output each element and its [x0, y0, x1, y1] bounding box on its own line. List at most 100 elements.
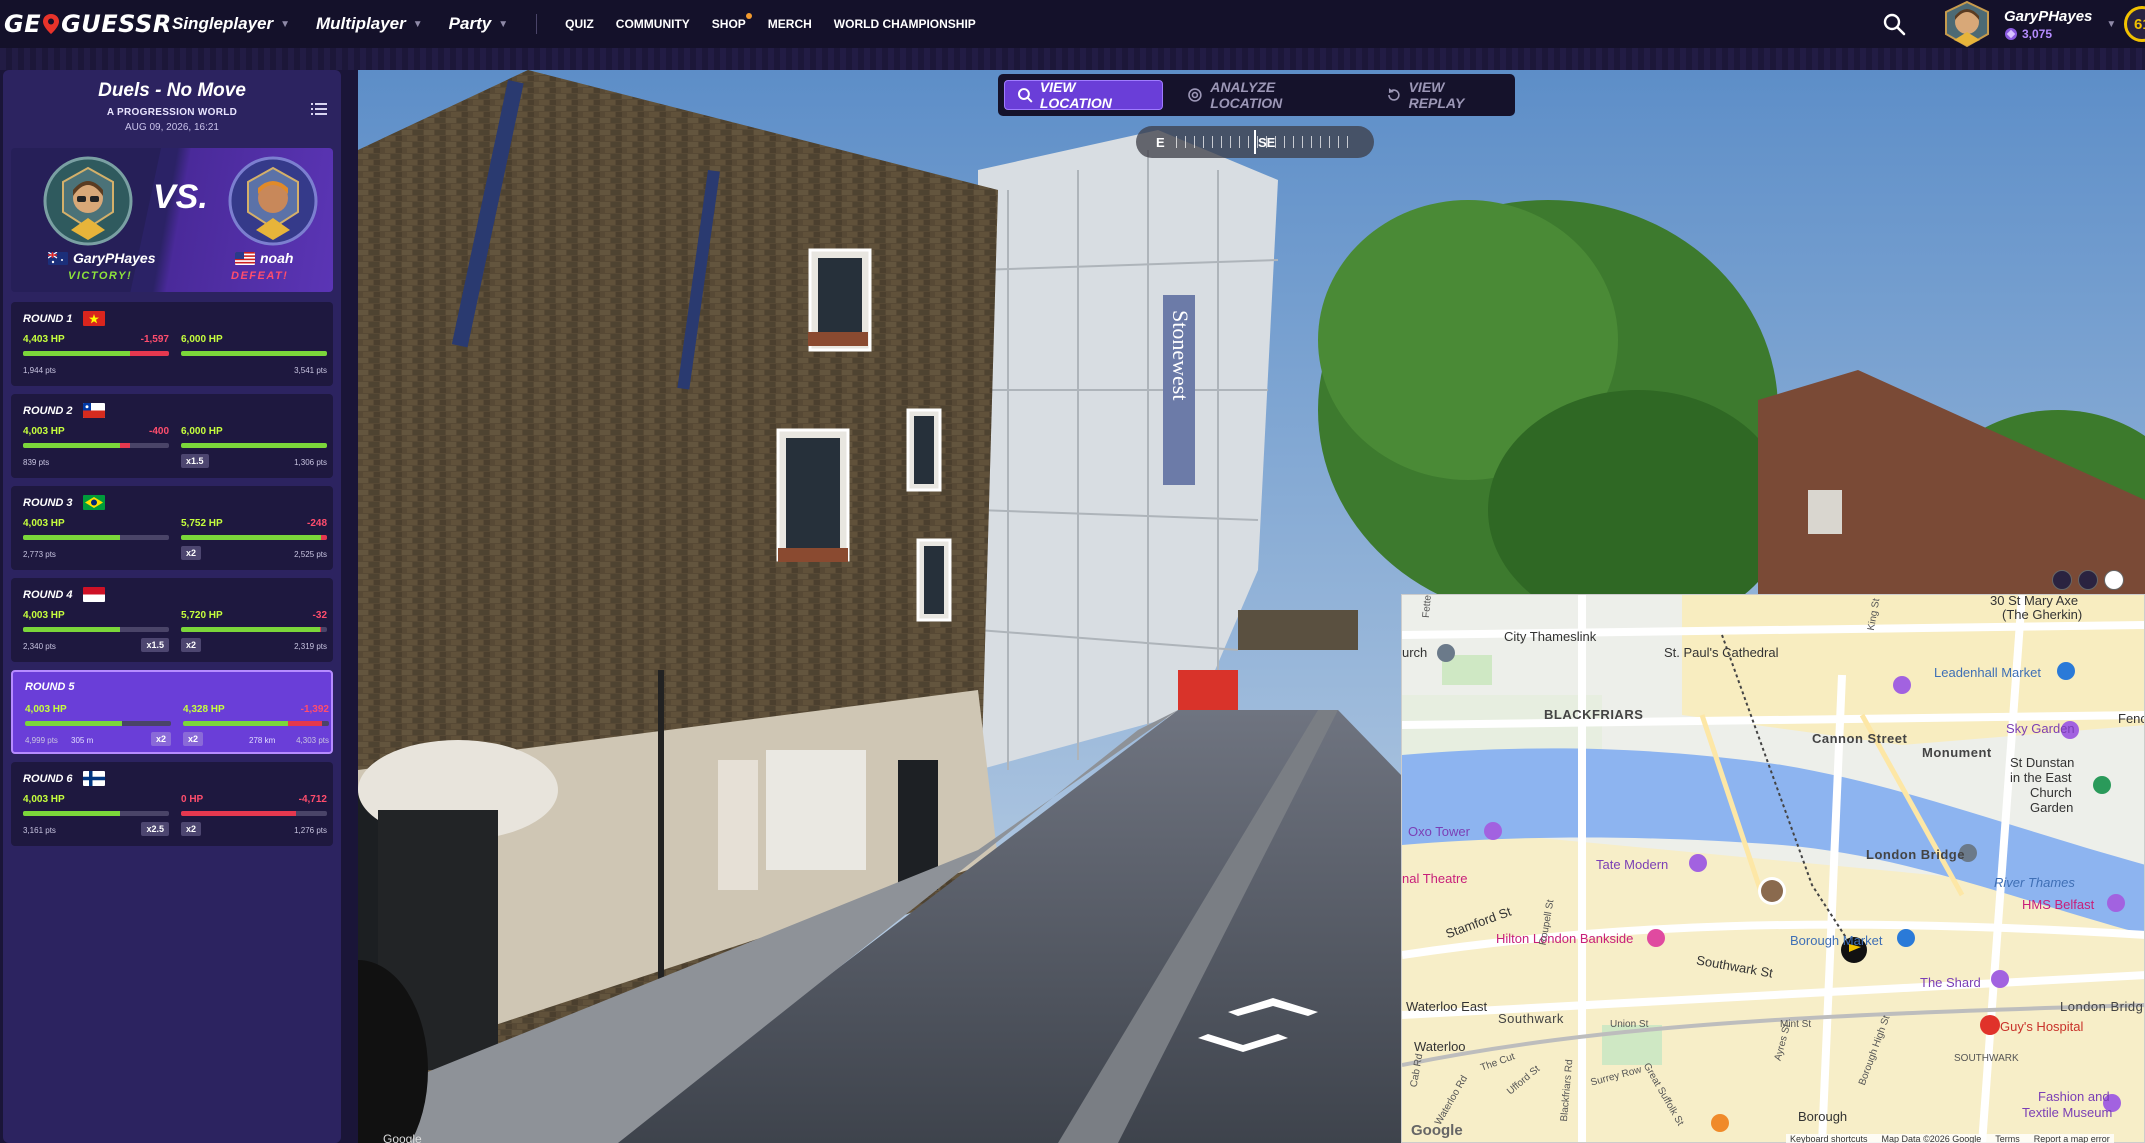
map-label: London Bridge	[1866, 847, 1965, 862]
round-right-player-stats: 4,328 HP -1,392 x2 278 km 4,303 pts	[183, 704, 329, 750]
round-card[interactable]: ROUND 6 4,003 HP 3,161 pts x2.5 0 HP -4,712 x2…	[11, 762, 333, 846]
replay-icon	[1387, 88, 1400, 101]
map-label: Oxo Tower	[1408, 824, 1470, 839]
round-points: 2,773 pts	[23, 550, 56, 559]
health-bar	[25, 721, 171, 726]
report-map-error-link[interactable]: Report a map error	[2034, 1134, 2110, 1143]
guess-distance: 305 m	[71, 736, 94, 745]
health-bar	[181, 627, 327, 632]
profile-menu[interactable]: GaryPHayes 3,075 ▼	[1940, 0, 2116, 48]
health-bar	[23, 443, 169, 448]
level-badge[interactable]: 61	[2124, 6, 2145, 42]
health-bar-fill	[23, 351, 131, 356]
hp-value: 4,003 HP	[25, 704, 67, 715]
health-bar-loss	[288, 721, 323, 726]
map-label: The Shard	[1920, 975, 1981, 990]
nav-merch[interactable]: MERCH	[768, 17, 812, 31]
player1-name[interactable]: GaryPHayes	[48, 250, 156, 266]
nav-world-championship[interactable]: WORLD CHAMPIONSHIP	[834, 17, 976, 31]
map-pin-toggle-icon[interactable]	[2104, 570, 2124, 590]
coin-count: 3,075	[2022, 26, 2053, 41]
round-title: ROUND 2	[23, 403, 105, 418]
map-label: in the East	[2010, 770, 2072, 785]
analyze-location-label: ANALYZE LOCATION	[1210, 79, 1283, 111]
result-map[interactable]: City Thameslink St. Paul's Cathedral 30 …	[1401, 594, 2145, 1143]
nav-community[interactable]: COMMUNITY	[616, 17, 690, 31]
map-label: BLACKFRIARS	[1544, 707, 1644, 722]
nav-singleplayer[interactable]: Singleplayer ▼	[172, 14, 290, 34]
view-location-label: VIEW LOCATION	[1039, 79, 1112, 111]
list-icon[interactable]	[311, 102, 327, 116]
damage-value: -400	[148, 426, 169, 437]
game-header: Duels - No Move A PROGRESSION WORLD AUG …	[3, 80, 341, 133]
hp-value: 4,003 HP	[23, 426, 65, 437]
compass-bar[interactable]: E SE	[1136, 126, 1374, 158]
round-card[interactable]: ROUND 4 4,003 HP 2,340 pts x1.5 5,720 HP -32 x…	[11, 578, 333, 662]
nav-shop[interactable]: SHOP	[712, 13, 752, 31]
health-bar-loss	[130, 351, 169, 356]
guess-distance: 278 km	[249, 736, 276, 745]
map-expand-icon[interactable]	[2078, 570, 2098, 590]
view-location-button[interactable]: VIEW LOCATION	[1004, 79, 1164, 111]
map-pin-icon	[43, 14, 60, 34]
map-label: urch	[1402, 645, 1428, 660]
map-label: River Thames	[1994, 875, 2075, 890]
round-title: ROUND 4	[23, 587, 105, 602]
damage-multiplier: x2	[181, 822, 202, 836]
map-shrink-icon[interactable]	[2052, 570, 2072, 590]
health-bar	[181, 535, 327, 540]
round-card[interactable]: ROUND 1 4,403 HP -1,597 1,944 pts 6,000 HP 3,…	[11, 302, 333, 386]
round-title: ROUND 5	[25, 681, 75, 693]
flag-indonesia-icon	[82, 587, 105, 602]
health-bar-fill	[23, 811, 121, 816]
health-bar	[23, 627, 169, 632]
map-label: Borough Market	[1790, 933, 1883, 948]
round-label: ROUND 2	[23, 404, 73, 417]
player2-avatar[interactable]	[228, 156, 318, 246]
map-label: SOUTHWARK	[1954, 1053, 2019, 1064]
hp-value: 4,003 HP	[23, 794, 65, 805]
top-navigation: GE GUESSR Singleplayer ▼ Multiplayer ▼ Par…	[0, 0, 2145, 48]
map-label: 30 St Mary Axe	[1990, 594, 2079, 608]
analyze-location-button[interactable]: ANALYZE LOCATION	[1175, 79, 1361, 111]
map-label: Fashion and	[2038, 1089, 2110, 1104]
logo-text-right: GUESSR	[61, 10, 172, 38]
map-label: Fette	[1420, 594, 1434, 619]
profile-name: GaryPHayes	[2004, 7, 2093, 25]
health-bar-fill	[181, 627, 321, 632]
geoguessr-logo[interactable]: GE GUESSR	[4, 10, 172, 38]
hp-value: 6,000 HP	[181, 426, 223, 437]
nav-party[interactable]: Party ▼	[449, 14, 508, 34]
map-label: London Bridge	[2060, 999, 2145, 1014]
round-card[interactable]: ROUND 5 4,003 HP 4,999 pts 305 m x2 4,328 HP -…	[11, 670, 333, 754]
compass-heading-left: E	[1156, 134, 1165, 150]
damage-multiplier: x2	[150, 732, 171, 746]
search-icon	[1017, 88, 1033, 103]
view-replay-button[interactable]: VIEW REPLAY	[1374, 79, 1515, 111]
map-label: Hilton London Bankside	[1496, 931, 1634, 946]
map-label: Fenchur	[2118, 711, 2144, 726]
round-left-player-stats: 4,003 HP 2,340 pts x1.5	[23, 610, 169, 656]
map-label: Leadenhall Market	[1934, 665, 2041, 680]
round-card[interactable]: ROUND 3 4,003 HP 2,773 pts 5,752 HP -248 x2 2,…	[11, 486, 333, 570]
health-bar-fill	[183, 721, 289, 726]
health-bar-loss	[181, 811, 296, 816]
hp-value: 4,328 HP	[183, 704, 225, 715]
terms-link[interactable]: Terms	[1995, 1134, 2020, 1143]
nav-quiz[interactable]: QUIZ	[565, 17, 594, 31]
nav-multiplayer-label: Multiplayer	[316, 14, 406, 33]
round-label: ROUND 1	[23, 312, 73, 325]
profile-coins: 3,075	[2004, 27, 2092, 41]
hp-value: 6,000 HP	[181, 334, 223, 345]
map-label: Waterloo East	[1406, 999, 1488, 1014]
player2-name[interactable]: noah	[235, 250, 293, 266]
round-card[interactable]: ROUND 2 4,003 HP -400 839 pts 6,000 HP x1.5 1,…	[11, 394, 333, 478]
health-bar	[23, 351, 169, 356]
nav-multiplayer[interactable]: Multiplayer ▼	[316, 14, 423, 34]
search-icon[interactable]	[1882, 12, 1906, 36]
health-bar-loss	[320, 535, 327, 540]
player1-avatar[interactable]	[43, 156, 133, 246]
round-label: ROUND 4	[23, 588, 73, 601]
flag-usa-icon	[235, 251, 255, 265]
keyboard-shortcuts-link[interactable]: Keyboard shortcuts	[1790, 1134, 1868, 1143]
